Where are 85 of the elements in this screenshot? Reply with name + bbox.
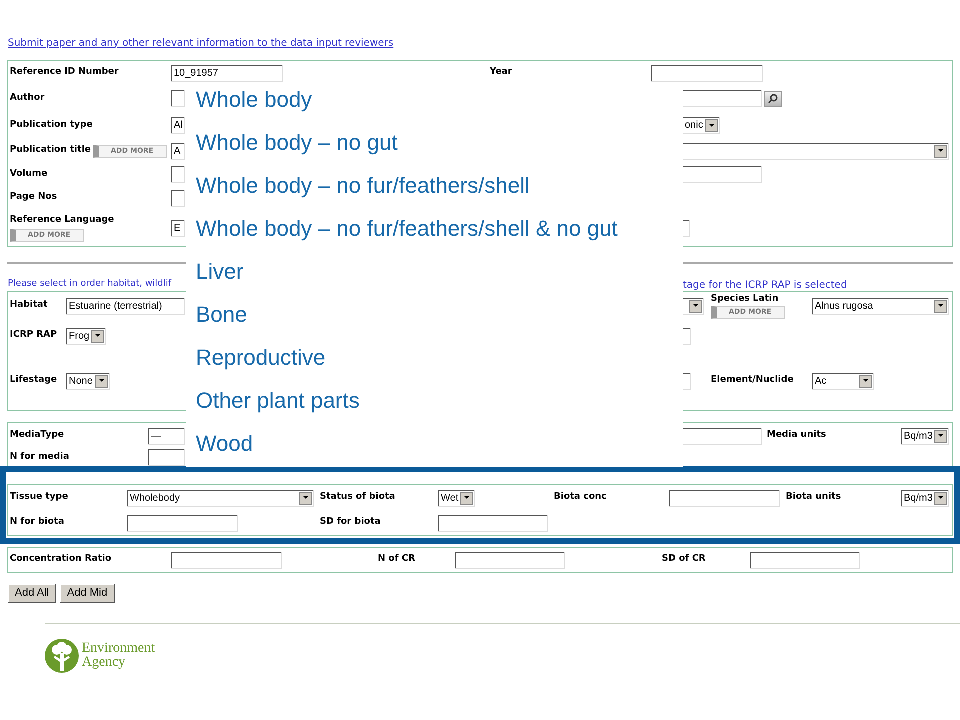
select-field[interactable]: Estuarine (terrestrial) (66, 298, 185, 314)
field-label: N of CR (378, 553, 416, 566)
list-option[interactable]: Bone (196, 302, 683, 328)
field-label: N for biota (10, 516, 64, 530)
select-field[interactable]: E (171, 220, 185, 236)
list-option[interactable]: Liver (196, 259, 683, 285)
input-field[interactable] (171, 166, 185, 183)
input-field[interactable] (682, 428, 762, 444)
list-option[interactable]: Whole body – no fur/feathers/shell (196, 173, 683, 199)
select-field[interactable]: Frog (66, 328, 106, 344)
select-field[interactable]: Bq/m3 (901, 490, 949, 506)
caret-icon (934, 430, 947, 442)
input-field[interactable] (682, 90, 762, 107)
instruction-text: tage for the ICRP RAP is selected (683, 278, 848, 292)
caret-icon (91, 330, 104, 342)
input-field[interactable] (171, 552, 282, 568)
select-field[interactable]: Wholebody (127, 490, 314, 506)
select-field[interactable]: None (66, 372, 110, 390)
select-field[interactable]: Bq/m3 (901, 428, 949, 444)
form-button[interactable]: Add Mid (60, 584, 115, 603)
input-field[interactable] (669, 490, 780, 506)
select-field[interactable]: A (171, 142, 185, 160)
form-button[interactable]: Add All (8, 584, 56, 603)
field-label: SD of CR (662, 553, 706, 566)
instruction-text: Please select in order habitat, wildlif (7, 278, 173, 292)
search-icon (768, 94, 778, 104)
list-option[interactable]: Reproductive (196, 345, 683, 371)
input-field[interactable]: 10_91957 (171, 64, 283, 82)
select-field[interactable]: Al (171, 117, 185, 134)
field-label: Year (490, 66, 512, 80)
field-label: Status of biota (320, 491, 396, 504)
list-option[interactable]: Whole body (196, 87, 683, 113)
input-field[interactable] (750, 552, 860, 568)
logo-text: Environment Agency (82, 642, 156, 670)
input-field[interactable] (682, 166, 762, 183)
field-label: Lifestage (10, 374, 58, 388)
input-field[interactable] (651, 64, 763, 82)
select-field[interactable] (682, 142, 949, 160)
select-field[interactable]: — (148, 428, 185, 444)
field-label: Page Nos (10, 191, 58, 204)
list-option[interactable]: Wood (196, 431, 683, 457)
field-label: Publication type (10, 118, 93, 132)
input-field[interactable] (148, 449, 185, 466)
field-label: Biota units (786, 491, 842, 504)
input-field[interactable] (127, 514, 238, 532)
field-label: Publication title (10, 144, 92, 158)
list-option[interactable]: Other plant parts (196, 388, 683, 414)
logo-icon (45, 639, 79, 673)
caret-icon (299, 492, 312, 504)
caret-icon (460, 492, 473, 504)
select-field[interactable] (682, 298, 704, 314)
field-label: N for media (10, 450, 70, 464)
field-label: Biota conc (554, 491, 607, 504)
input-field[interactable] (171, 190, 185, 206)
field-label: SD for biota (320, 516, 381, 530)
field-label: Volume (10, 168, 48, 181)
field-label: Author (10, 92, 45, 105)
select-field[interactable]: Ac (812, 372, 874, 390)
input-field[interactable] (455, 552, 565, 568)
field-label: Reference Language (10, 214, 114, 228)
field-label: Reference ID Number (10, 66, 119, 80)
list-option[interactable]: Whole body – no fur/feathers/shell & no gut (196, 216, 683, 242)
reviewers-link[interactable]: Submit paper and any other relevant information to the data input reviewers (8, 36, 394, 50)
field-label: Habitat (10, 299, 48, 312)
caret-icon (705, 119, 718, 132)
select-field[interactable]: Alnus rugosa (812, 298, 949, 314)
field-label: Media units (767, 429, 826, 442)
caret-icon (934, 300, 947, 312)
caret-icon (689, 300, 702, 312)
search-button[interactable] (764, 90, 782, 106)
field-label: MediaType (10, 429, 64, 442)
caret-icon (934, 492, 947, 504)
field-label: Species Latin (711, 292, 779, 306)
select-field[interactable]: Wet (438, 490, 475, 506)
caret-icon (934, 144, 947, 158)
field-label: Tissue type (10, 491, 68, 504)
field-label: Element/Nuclide (711, 374, 794, 388)
field-label: Concentration Ratio (10, 553, 112, 566)
input-field[interactable] (171, 90, 185, 107)
field-label: ICRP RAP (10, 329, 58, 342)
select-field[interactable]: onic (682, 117, 720, 134)
caret-icon (95, 374, 108, 388)
list-option[interactable]: Whole body – no gut (196, 130, 683, 156)
caret-icon (859, 374, 872, 388)
input-field[interactable] (438, 514, 548, 532)
